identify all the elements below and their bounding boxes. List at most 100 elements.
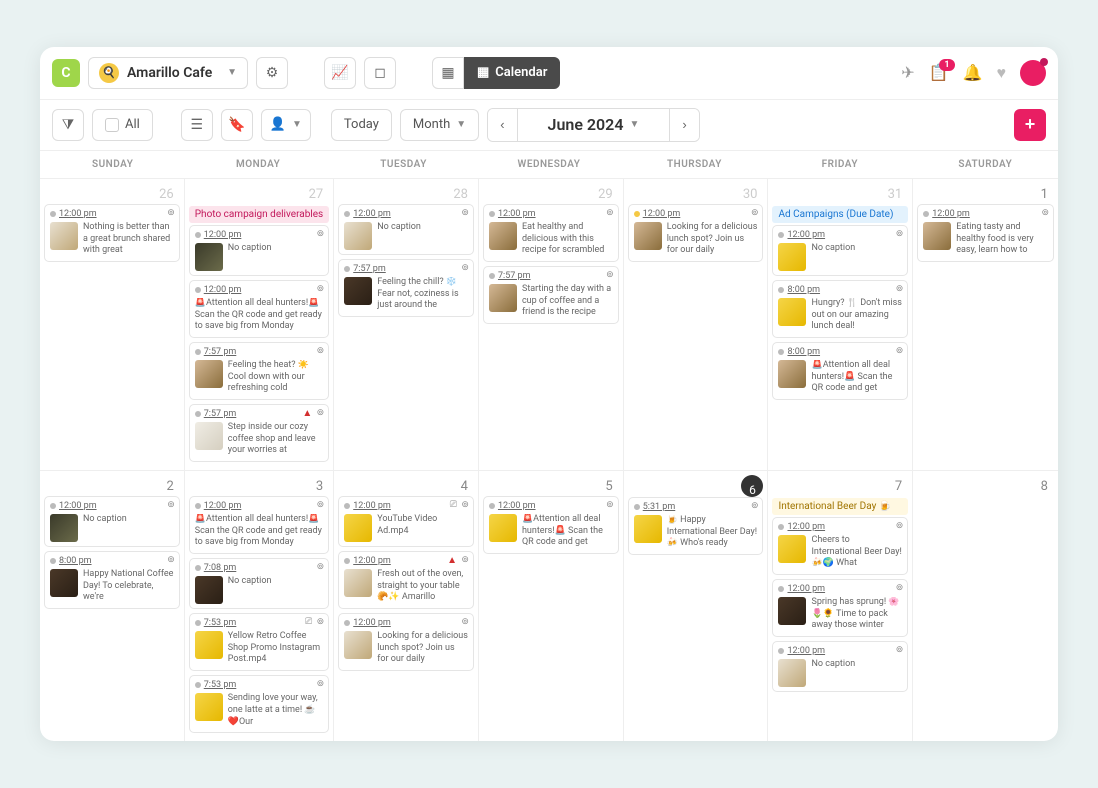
post-card[interactable]: 12:00 pm⊚Cheers to International Beer Da…: [772, 517, 908, 575]
post-card[interactable]: 12:00 pm⊚No caption: [338, 204, 474, 255]
post-card[interactable]: 8:00 pm⊚🚨Attention all deal hunters!🚨 Sc…: [772, 342, 908, 400]
grid-view-button[interactable]: ▦: [432, 57, 464, 89]
person-filter-button[interactable]: 👤 ▼: [261, 109, 311, 141]
post-card[interactable]: 12:00 pm⊚Spring has sprung! 🌸🌷🌻 Time to …: [772, 579, 908, 637]
post-card[interactable]: 7:53 pm⊚⎚Yellow Retro Coffee Shop Promo …: [189, 613, 329, 671]
calendar-cell[interactable]: 7International Beer Day 🍺12:00 pm⊚Cheers…: [768, 470, 913, 741]
bookmark-button[interactable]: 🔖: [221, 109, 253, 141]
post-thumbnail: [778, 659, 806, 687]
post-time: 12:00 pm: [59, 501, 97, 511]
calendar-cell[interactable]: 112:00 pm⊚Eating tasty and healthy food …: [913, 178, 1058, 470]
post-card[interactable]: 8:00 pm⊚Hungry? 🍴 Don't miss out on our …: [772, 280, 908, 338]
event-banner[interactable]: International Beer Day 🍺: [772, 498, 908, 515]
calendar-cell[interactable]: 3012:00 pm⊚Looking for a delicious lunch…: [624, 178, 769, 470]
settings-button[interactable]: ⚙: [256, 57, 288, 89]
filter-button[interactable]: ⧩: [52, 109, 84, 141]
platform-icon: ⊚: [606, 270, 614, 280]
instagram-button[interactable]: ◻: [364, 57, 396, 89]
calendar-cell[interactable]: 512:00 pm⊚🚨Attention all deal hunters!🚨 …: [479, 470, 624, 741]
post-card[interactable]: 12:00 pm⊚No caption: [772, 641, 908, 692]
next-month-button[interactable]: ›: [670, 109, 698, 141]
event-banner[interactable]: Ad Campaigns (Due Date): [772, 206, 908, 223]
post-caption: No caption: [228, 576, 272, 604]
post-card[interactable]: 12:00 pm⊚Nothing is better than a great …: [44, 204, 180, 262]
post-card[interactable]: 7:57 pm⊚Feeling the heat? ☀️ Cool down w…: [189, 342, 329, 400]
card-body: No caption: [195, 576, 323, 604]
platform-icon: ⊚: [606, 500, 614, 510]
day-header: WEDNESDAY: [476, 151, 621, 178]
card-time-row: 12:00 pm: [778, 584, 902, 594]
send-button[interactable]: ✈: [901, 63, 914, 82]
calendar-cell[interactable]: 312:00 pm⊚🚨Attention all deal hunters!🚨 …: [185, 470, 334, 741]
event-banner[interactable]: Photo campaign deliverables: [189, 206, 329, 223]
post-card[interactable]: 12:00 pm⊚⎚YouTube Video Ad.mp4: [338, 496, 474, 547]
post-card[interactable]: 7:57 pm⊚Starting the day with a cup of c…: [483, 266, 619, 324]
prev-month-button[interactable]: ‹: [488, 109, 516, 141]
post-card[interactable]: 12:00 pm⊚No caption: [772, 225, 908, 276]
post-thumbnail: [778, 243, 806, 271]
person-icon: 👤: [270, 117, 286, 132]
post-card[interactable]: 8:00 pm⊚Happy National Coffee Day! To ce…: [44, 551, 180, 609]
post-thumbnail: [344, 631, 372, 659]
calendar-cell[interactable]: 2912:00 pm⊚Eat healthy and delicious wit…: [479, 178, 624, 470]
post-time: 8:00 pm: [787, 347, 820, 357]
calendar-cell[interactable]: 27Photo campaign deliverables12:00 pm⊚No…: [185, 178, 334, 470]
calendar-cell[interactable]: 212:00 pm⊚No caption8:00 pm⊚Happy Nation…: [40, 470, 185, 741]
post-thumbnail: [195, 631, 223, 659]
platform-icon: ⊚: [461, 208, 469, 218]
calendar-cell[interactable]: 65:31 pm⊚🍺 Happy International Beer Day!…: [624, 470, 769, 741]
post-card[interactable]: 12:00 pm⊚Eat healthy and delicious with …: [483, 204, 619, 262]
post-caption: No caption: [811, 243, 855, 271]
post-card[interactable]: 12:00 pm⊚Looking for a delicious lunch s…: [628, 204, 764, 262]
post-caption: Yellow Retro Coffee Shop Promo Instagram…: [228, 631, 323, 666]
post-card[interactable]: 12:00 pm⊚No caption: [189, 225, 329, 276]
status-dot: [489, 211, 495, 217]
post-thumbnail: [489, 514, 517, 542]
account-selector[interactable]: 🍳 Amarillo Cafe ▼: [88, 57, 248, 89]
post-card[interactable]: 12:00 pm⊚No caption: [44, 496, 180, 547]
calendar-view-button[interactable]: ▦ Calendar: [464, 57, 560, 89]
post-thumbnail: [195, 243, 223, 271]
platform-icon: ⊚: [167, 208, 175, 218]
checkbox-icon: [105, 118, 119, 132]
post-time: 8:00 pm: [59, 556, 92, 566]
clipboard-button[interactable]: 📋 1: [929, 63, 949, 82]
post-card[interactable]: 7:08 pm⊚No caption: [189, 558, 329, 609]
status-dot: [50, 503, 56, 509]
post-card[interactable]: 12:00 pm⊚▲Fresh out of the oven, straigh…: [338, 551, 474, 609]
sliders-button[interactable]: ☰: [181, 109, 213, 141]
post-caption: Feeling the heat? ☀️ Cool down with our …: [228, 360, 323, 395]
platform-icon: ⊚: [461, 263, 469, 273]
heart-button[interactable]: ♥: [997, 63, 1007, 83]
post-time: 12:00 pm: [498, 501, 536, 511]
card-time-row: 12:00 pm: [344, 618, 468, 628]
post-card[interactable]: 12:00 pm⊚🚨Attention all deal hunters!🚨 S…: [483, 496, 619, 554]
post-card[interactable]: 12:00 pm⊚🚨Attention all deal hunters!🚨 S…: [189, 496, 329, 554]
card-body: 🍺 Happy International Beer Day! 🍻 Who's …: [634, 515, 758, 550]
calendar-cell[interactable]: 8: [913, 470, 1058, 741]
today-button[interactable]: Today: [331, 109, 392, 141]
user-avatar[interactable]: [1020, 60, 1046, 86]
platform-icon: ⊚: [896, 284, 904, 294]
post-card[interactable]: 5:31 pm⊚🍺 Happy International Beer Day! …: [628, 497, 764, 555]
post-card[interactable]: 7:53 pm⊚Sending love your way, one latte…: [189, 675, 329, 733]
post-card[interactable]: 12:00 pm⊚🚨Attention all deal hunters!🚨 S…: [189, 280, 329, 338]
calendar-cell[interactable]: 31Ad Campaigns (Due Date)12:00 pm⊚No cap…: [768, 178, 913, 470]
post-card[interactable]: 12:00 pm⊚Eating tasty and healthy food i…: [917, 204, 1054, 262]
month-selector[interactable]: June 2024 ▼: [517, 109, 671, 141]
range-selector[interactable]: Month ▼: [400, 109, 479, 141]
post-card[interactable]: 7:57 pm⊚Feeling the chill? ❄️ Fear not, …: [338, 259, 474, 317]
view-toggle: ▦ ▦ Calendar: [432, 57, 560, 89]
analytics-button[interactable]: 📈: [324, 57, 356, 89]
bookmark-icon: 🔖: [228, 117, 245, 133]
calendar-cell[interactable]: 412:00 pm⊚⎚YouTube Video Ad.mp412:00 pm⊚…: [334, 470, 479, 741]
create-button[interactable]: +: [1014, 109, 1046, 141]
post-card[interactable]: 7:57 pm⊚▲Step inside our cozy coffee sho…: [189, 404, 329, 462]
calendar-cell[interactable]: 2812:00 pm⊚No caption7:57 pm⊚Feeling the…: [334, 178, 479, 470]
card-time-row: 12:00 pm: [50, 209, 174, 219]
platform-icon: ⊚: [317, 229, 325, 239]
calendar-cell[interactable]: 2612:00 pm⊚Nothing is better than a grea…: [40, 178, 185, 470]
post-card[interactable]: 12:00 pm⊚Looking for a delicious lunch s…: [338, 613, 474, 671]
bell-button[interactable]: 🔔: [963, 63, 983, 82]
select-all-button[interactable]: All: [92, 109, 153, 141]
